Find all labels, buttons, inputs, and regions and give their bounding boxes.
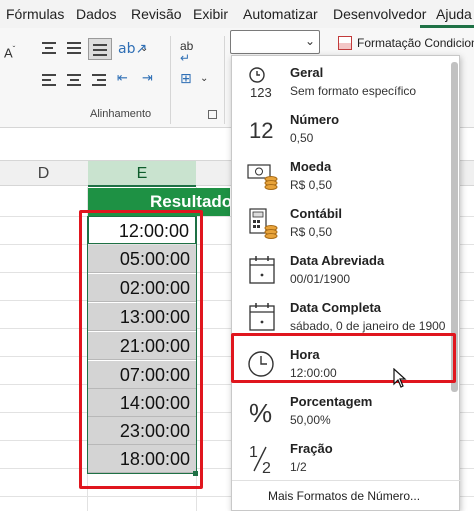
accounting-icon (246, 206, 280, 240)
align-left-button[interactable] (42, 74, 58, 88)
menu-item-title: Contábil (290, 206, 342, 221)
more-number-formats-link[interactable]: Mais Formatos de Número... (232, 480, 461, 510)
clock-123-icon: 123 (246, 65, 280, 100)
menu-item-data-abreviada[interactable]: Data Abreviada 00/01/1900 (232, 247, 448, 293)
menu-item-moeda[interactable]: Moeda R$ 0,50 (232, 153, 448, 199)
tab-revisao[interactable]: Revisão (131, 6, 182, 22)
menu-item-example: 00/01/1900 (290, 272, 351, 286)
decrease-font-size-icon[interactable]: Aˇ (4, 46, 15, 60)
group-label-alignment: Alinhamento (90, 108, 152, 120)
number-format-menu: 123 Geral Sem formato específico 12 Núme… (231, 55, 461, 511)
ribbon-tabs: Fórmulas Dados Revisão Exibir Automatiza… (0, 0, 474, 28)
svg-text:2: 2 (262, 460, 271, 475)
group-separator (170, 36, 171, 124)
tab-ajuda[interactable]: Ajuda (436, 6, 472, 22)
tab-formulas[interactable]: Fórmulas (6, 6, 64, 22)
menu-item-title: Moeda (290, 159, 332, 174)
align-right-button[interactable] (92, 74, 108, 88)
menu-item-example: 1/2 (290, 460, 307, 474)
group-separator (224, 36, 225, 124)
align-middle-button[interactable] (67, 42, 83, 56)
menu-item-title: Geral (290, 65, 324, 80)
chevron-down-icon[interactable]: ⌄ (200, 74, 208, 84)
menu-item-numero[interactable]: 12 Número 0,50 (232, 106, 448, 152)
conditional-formatting-icon[interactable] (338, 36, 352, 50)
fraction-icon: 12 (246, 441, 280, 477)
menu-item-title: Data Abreviada (290, 253, 385, 268)
menu-item-contabil[interactable]: Contábil R$ 0,50 (232, 200, 448, 246)
wrap-text-icon[interactable]: ab ↵ (180, 40, 193, 64)
currency-icon (246, 159, 280, 193)
menu-item-geral[interactable]: 123 Geral Sem formato específico (232, 59, 448, 105)
chevron-down-icon: ⌄ (304, 34, 315, 48)
menu-item-example: R$ 0,50 (290, 225, 333, 239)
menu-item-example: Sem formato específico (290, 84, 417, 98)
increase-indent-icon[interactable]: ⇥ (142, 72, 153, 85)
menu-item-title: Data Completa (290, 300, 382, 315)
svg-text:%: % (249, 398, 272, 428)
highlight-box-hora (231, 333, 456, 383)
svg-text:1: 1 (249, 444, 258, 461)
align-center-button[interactable] (67, 74, 83, 88)
menu-item-title: Número (290, 112, 340, 127)
menu-item-title: Porcentagem (290, 394, 373, 409)
tab-exibir[interactable]: Exibir (193, 6, 228, 22)
tab-dados[interactable]: Dados (76, 6, 116, 22)
align-bottom-button[interactable] (88, 38, 112, 60)
menu-item-example: 0,50 (290, 131, 314, 145)
menu-item-example: R$ 0,50 (290, 178, 333, 192)
tab-automatizar[interactable]: Automatizar (243, 6, 318, 22)
number-12-icon: 12 (246, 112, 280, 146)
column-header-e[interactable]: E (88, 161, 196, 187)
chevron-down-icon[interactable]: ⌄ (140, 44, 148, 54)
percent-icon: % (246, 394, 280, 428)
merge-center-icon[interactable]: ⊞ (180, 72, 192, 86)
mouse-cursor-icon (393, 367, 407, 393)
menu-item-porcentagem[interactable]: % Porcentagem 50,00% (232, 388, 448, 434)
calendar-icon (246, 253, 280, 287)
svg-text:123: 123 (250, 85, 272, 99)
menu-item-title: Fração (290, 441, 333, 456)
align-top-button[interactable] (42, 42, 58, 56)
number-format-dropdown[interactable]: ⌄ (230, 30, 320, 54)
conditional-formatting-button[interactable]: Formatação Condicional (357, 36, 474, 50)
menu-item-fracao[interactable]: 12 Fração 1/2 (232, 435, 448, 481)
calendar-icon (246, 300, 280, 334)
svg-text:12: 12 (249, 118, 273, 143)
dialog-launcher-icon[interactable] (208, 110, 217, 119)
column-header-d[interactable]: D (0, 161, 87, 187)
menu-item-example: 50,00% (290, 413, 331, 427)
menu-item-example: sábado, 0 de janeiro de 1900 (290, 319, 446, 333)
tab-desenvolvedor[interactable]: Desenvolvedor (333, 6, 426, 22)
highlight-box-cells (79, 210, 203, 489)
more-number-formats-label: Mais Formatos de Número... (268, 489, 421, 503)
decrease-indent-icon[interactable]: ⇤ (117, 72, 128, 85)
